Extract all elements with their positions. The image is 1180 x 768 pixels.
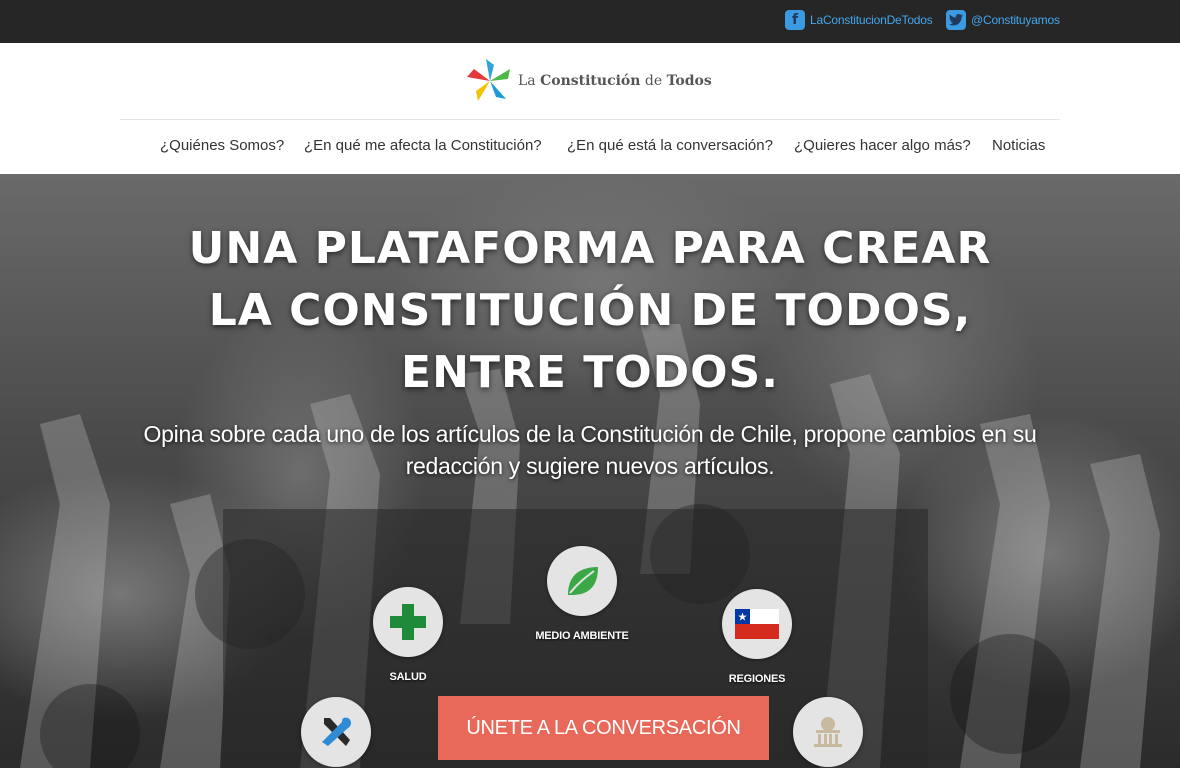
topic-regiones[interactable]: REGIONES [697, 589, 817, 685]
nav-item-conversacion[interactable]: ¿En qué está la conversación? [567, 137, 773, 154]
hero-subtitle: Opina sobre cada uno de los artículos de… [143, 421, 1037, 479]
site-header: La Constitución de Todos ¿Quiénes Somos?… [0, 43, 1180, 174]
topic-trabajo[interactable] [276, 697, 396, 767]
join-conversation-button[interactable]: ÚNETE A LA CONVERSACIÓN [438, 696, 769, 760]
medical-cross-icon [373, 587, 443, 657]
nav-item-hacer-algo-mas[interactable]: ¿Quieres hacer algo más? [794, 137, 971, 154]
nav-item-quienes-somos[interactable]: ¿Quiénes Somos? [160, 137, 284, 154]
nav-item-en-que-me-afecta[interactable]: ¿En qué me afecta la Constitución? [304, 137, 542, 154]
topic-label: MEDIO AMBIENTE [535, 630, 629, 642]
topic-label: SALUD [389, 671, 427, 683]
topic-medio-ambiente[interactable]: MEDIO AMBIENTE [522, 546, 642, 642]
facebook-label: LaConstitucionDeTodos [810, 13, 933, 27]
social-bar: f LaConstitucionDeTodos @Constituyamos [0, 0, 1180, 43]
topic-salud[interactable]: SALUD [348, 587, 468, 683]
chile-flag-icon [722, 589, 792, 659]
hero-banner: UNA PLATAFORMA PARA CREAR LA CONSTITUCIÓ… [0, 174, 1180, 768]
site-logo[interactable]: La Constitución de Todos [464, 55, 712, 107]
tools-icon [301, 697, 371, 767]
capitol-building-icon [793, 697, 863, 767]
facebook-link[interactable]: f LaConstitucionDeTodos [785, 10, 933, 30]
twitter-label: @Constituyamos [971, 13, 1060, 27]
logo-text: La Constitución de Todos [518, 73, 712, 89]
twitter-link[interactable]: @Constituyamos [946, 10, 1060, 30]
leaf-icon [547, 546, 617, 616]
topic-label: REGIONES [728, 673, 786, 685]
hero-title: UNA PLATAFORMA PARA CREAR LA CONSTITUCIÓ… [188, 223, 992, 398]
facebook-icon: f [785, 10, 805, 30]
star-logo-icon [467, 59, 510, 101]
nav-item-noticias[interactable]: Noticias [992, 137, 1045, 154]
twitter-icon [946, 10, 966, 30]
header-divider [120, 119, 1060, 120]
topic-instituciones[interactable] [768, 697, 888, 767]
